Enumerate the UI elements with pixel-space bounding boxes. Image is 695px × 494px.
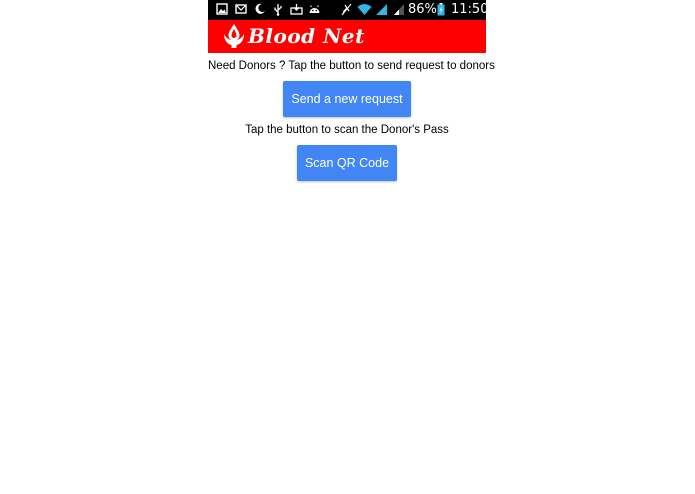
image-icon [216,3,230,17]
download-icon [290,3,304,17]
battery-percent: 86% [408,2,437,17]
mute-icon [340,3,354,17]
signal-icon [375,3,389,17]
scan-prompt: Tap the button to scan the Donor's Pass [245,124,449,136]
send-request-button[interactable]: Send a new request [283,81,411,117]
clock: 11:50 [451,2,489,17]
usb-icon [272,3,286,17]
app-header: Blood Net [208,20,486,53]
battery-icon [437,3,451,17]
blood-drop-hand-icon [223,23,245,49]
app-title: Blood Net [248,24,365,48]
request-prompt: Need Donors ? Tap the button to send req… [208,60,495,72]
mail-icon [235,3,249,17]
signal-icon [393,3,407,17]
moon-icon [254,3,268,17]
phone-screen: 86% 11:50 Blood Net Need Donors ? Tap th… [208,0,495,494]
scan-qr-button[interactable]: Scan QR Code [297,145,397,181]
status-bar: 86% 11:50 [208,0,489,20]
android-icon [308,3,322,17]
wifi-icon [357,3,372,17]
